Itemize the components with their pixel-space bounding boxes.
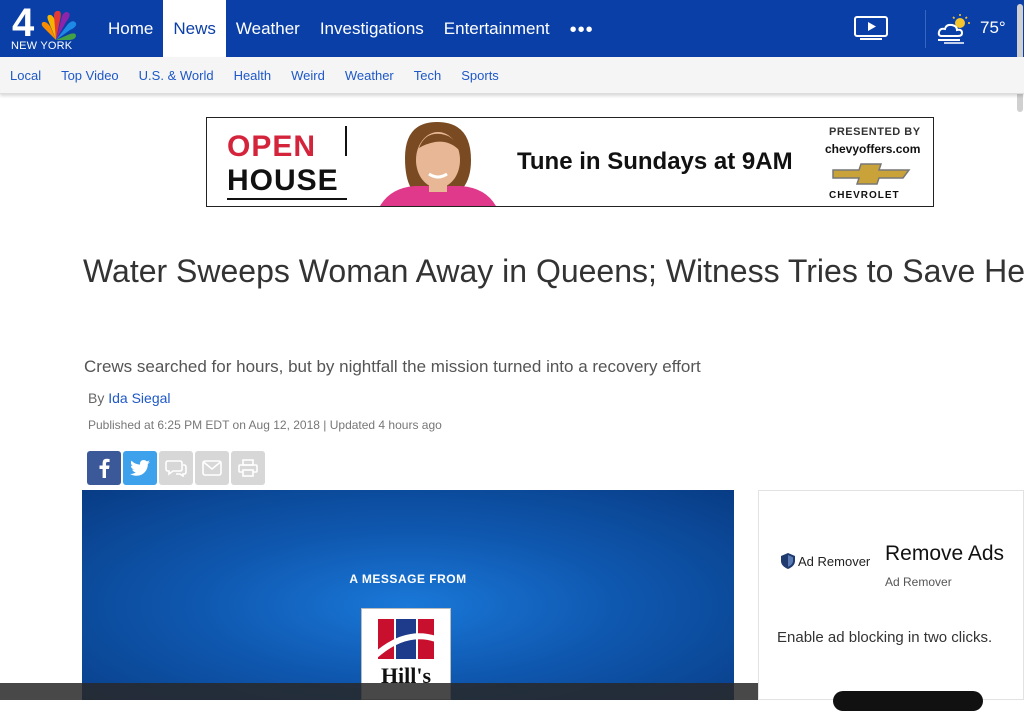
logo-number: 4 (12, 1, 35, 45)
video-play-icon[interactable] (854, 16, 888, 40)
print-share-button[interactable] (231, 451, 265, 485)
comment-share-button[interactable] (159, 451, 193, 485)
print-icon (238, 459, 258, 477)
banner-house-text: HOUSE (227, 164, 339, 197)
banner-tagline: Tune in Sundays at 9AM (517, 148, 793, 175)
nbc-new-york-logo[interactable]: 4 NEW YORK (8, 1, 82, 54)
sidebar-ad-subtitle: Ad Remover (885, 575, 952, 589)
email-share-button[interactable] (195, 451, 229, 485)
facebook-icon (99, 458, 110, 478)
banner-open-text: OPEN (227, 130, 317, 163)
header-divider (925, 10, 926, 48)
subnav-weather[interactable]: Weather (345, 68, 394, 83)
twitter-icon (130, 460, 150, 476)
banner-rule-vertical (345, 126, 347, 156)
ad-remover-brand: Ad Remover (781, 553, 870, 569)
logo-city: NEW YORK (11, 40, 73, 52)
chevrolet-bowtie-icon (832, 163, 911, 185)
subnav-local[interactable]: Local (10, 68, 41, 83)
byline-prefix: By (88, 390, 105, 406)
banner-presented-by: PRESENTED BY (829, 126, 921, 138)
sidebar-ad-title[interactable]: Remove Ads (885, 542, 1004, 566)
ad-remover-brand-label: Ad Remover (798, 553, 871, 569)
subnav-health[interactable]: Health (234, 68, 272, 83)
shield-icon (781, 553, 795, 569)
banner-rule-horizontal (227, 198, 347, 200)
article-dek: Crews searched for hours, but by nightfa… (84, 357, 701, 376)
banner-sponsor-site: chevyoffers.com (825, 142, 921, 156)
subnav-sports[interactable]: Sports (461, 68, 499, 83)
sidebar-ad-cta-button[interactable] (833, 691, 983, 711)
twitter-share-button[interactable] (123, 451, 157, 485)
ad-remover-sidebar-ad[interactable]: Ad Remover Remove Ads Ad Remover Enable … (758, 490, 1024, 711)
temperature-readout[interactable]: 75° (980, 18, 1006, 38)
article-headline: Water Sweeps Woman Away in Queens; Witne… (83, 253, 1024, 289)
hills-emblem-icon (374, 617, 437, 661)
share-toolbar (87, 451, 267, 485)
subnav-top-video[interactable]: Top Video (61, 68, 119, 83)
sidebar-ad-description: Enable ad blocking in two clicks. (777, 629, 993, 646)
comment-icon (165, 460, 187, 477)
subnav-tech[interactable]: Tech (414, 68, 441, 83)
banner-sponsor-name: CHEVROLET (829, 190, 900, 201)
subnav-weird[interactable]: Weird (291, 68, 325, 83)
top-navigation-bar: 4 NEW YORK Home News Weather Investigati… (0, 0, 1024, 57)
video-ad-message: A MESSAGE FROM (349, 572, 467, 586)
nav-news[interactable]: News (163, 0, 226, 57)
email-icon (202, 460, 222, 476)
facebook-share-button[interactable] (87, 451, 121, 485)
main-nav: Home News Weather Investigations Enterta… (98, 0, 604, 57)
nav-entertainment[interactable]: Entertainment (434, 0, 560, 57)
article-byline: By Ida Siegal (88, 390, 171, 406)
video-player-ad[interactable]: A MESSAGE FROM Hill's (82, 490, 734, 700)
nav-home[interactable]: Home (98, 0, 163, 57)
author-link[interactable]: Ida Siegal (108, 390, 170, 406)
section-subnav: Local Top Video U.S. & World Health Weir… (0, 57, 1024, 94)
host-photo (375, 118, 501, 206)
nav-investigations[interactable]: Investigations (310, 0, 434, 57)
published-timestamp: Published at 6:25 PM EDT on Aug 12, 2018… (88, 418, 442, 432)
subnav-us-world[interactable]: U.S. & World (139, 68, 214, 83)
open-house-banner-ad[interactable]: OPEN HOUSE Tune in Sundays at 9AM PRESEN… (206, 117, 934, 207)
nav-weather[interactable]: Weather (226, 0, 310, 57)
partly-cloudy-icon[interactable] (936, 14, 972, 44)
more-menu-icon[interactable]: ••• (560, 0, 604, 57)
